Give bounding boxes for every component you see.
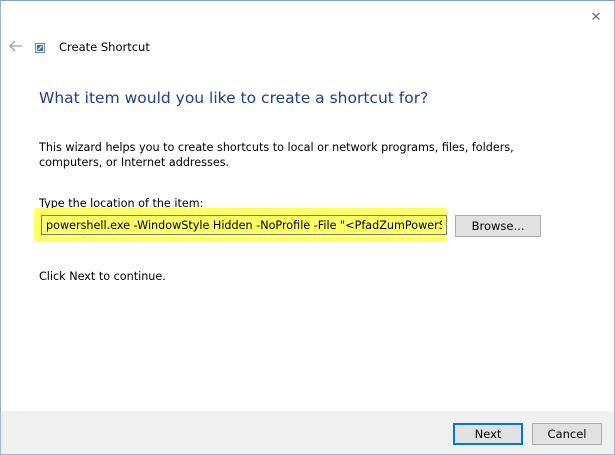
back-button[interactable] — [7, 37, 25, 55]
close-button[interactable]: ✕ — [586, 7, 606, 27]
back-arrow-icon — [9, 40, 22, 52]
next-button[interactable]: Next — [453, 423, 523, 445]
window-title: Create Shortcut — [59, 40, 150, 54]
close-icon: ✕ — [590, 9, 602, 25]
wizard-description: This wizard helps you to create shortcut… — [39, 141, 514, 169]
wizard-heading: What item would you like to create a sho… — [39, 89, 429, 107]
location-input[interactable] — [41, 215, 447, 235]
shortcut-icon — [35, 43, 45, 53]
continue-hint: Click Next to continue. — [39, 270, 166, 283]
create-shortcut-window: ✕ Create Shortcut What item would you li… — [0, 0, 615, 455]
browse-button[interactable]: Browse... — [455, 215, 541, 237]
cancel-button[interactable]: Cancel — [532, 423, 602, 445]
